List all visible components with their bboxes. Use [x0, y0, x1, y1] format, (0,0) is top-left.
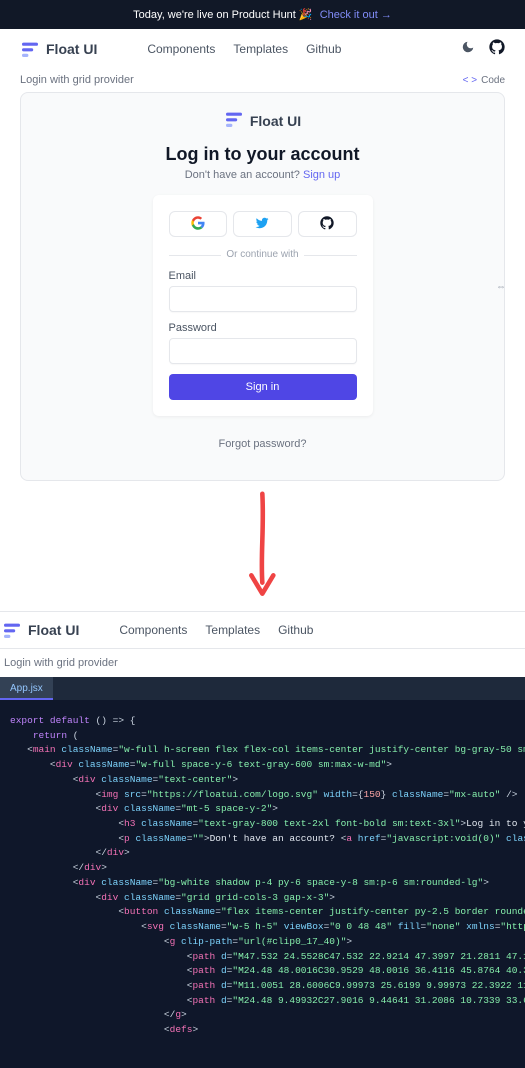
- nav-components[interactable]: Components: [119, 623, 187, 637]
- component-preview: ⇔ Float UI Log in to your account Don't …: [20, 92, 505, 481]
- github-login-button[interactable]: [298, 211, 357, 237]
- code-brackets-icon: < >: [463, 75, 477, 86]
- preview-brand-name: Float UI: [250, 113, 301, 129]
- primary-nav: Components Templates Github: [147, 42, 341, 56]
- nav-components[interactable]: Components: [147, 42, 215, 56]
- or-divider: Or continue with: [169, 249, 357, 260]
- brand-name: Float UI: [46, 41, 97, 57]
- site-header: Float UI Components Templates Github: [0, 29, 525, 68]
- password-label: Password: [169, 322, 357, 334]
- sub-prefix: Don't have an account?: [185, 169, 303, 181]
- banner-text: Today, we're live on Product Hunt: [133, 9, 296, 21]
- component-title: Login with grid provider: [0, 649, 525, 677]
- nav-templates[interactable]: Templates: [205, 623, 260, 637]
- email-label: Email: [169, 270, 357, 282]
- float-ui-icon: [224, 111, 244, 130]
- nav-github[interactable]: Github: [306, 42, 341, 56]
- nav-github[interactable]: Github: [278, 623, 313, 637]
- github-icon: [320, 216, 334, 233]
- brand-logo[interactable]: Float UI: [2, 622, 79, 638]
- signin-button[interactable]: Sign in: [169, 374, 357, 400]
- float-ui-icon: [2, 622, 22, 638]
- signup-link[interactable]: Sign up: [303, 169, 340, 181]
- code-label: Code: [481, 75, 505, 86]
- primary-nav: Components Templates Github: [119, 623, 313, 637]
- forgot-password-link[interactable]: Forgot password?: [218, 438, 306, 450]
- banner-cta-link[interactable]: Check it out →: [320, 9, 392, 21]
- email-field[interactable]: [169, 286, 357, 312]
- twitter-login-button[interactable]: [233, 211, 292, 237]
- brand-logo[interactable]: Float UI: [20, 41, 97, 57]
- twitter-icon: [255, 216, 269, 233]
- tab-app-jsx[interactable]: App.jsx: [0, 677, 53, 700]
- arrow-down-icon: [244, 491, 281, 601]
- product-hunt-banner: Today, we're live on Product Hunt 🎉 Chec…: [0, 0, 525, 29]
- party-emoji: 🎉: [299, 9, 313, 21]
- site-header-duplicate: Float UI Components Templates Github: [0, 611, 525, 649]
- brand-name: Float UI: [28, 622, 79, 638]
- nav-templates[interactable]: Templates: [233, 42, 288, 56]
- preview-brand: Float UI: [224, 111, 301, 130]
- code-tabs: App.jsx: [0, 677, 525, 700]
- theme-toggle-icon[interactable]: [461, 40, 475, 57]
- component-title-row: Login with grid provider < > Code: [0, 68, 525, 92]
- code-block: export default () => { return ( <main cl…: [0, 700, 525, 1068]
- password-field[interactable]: [169, 338, 357, 364]
- resize-handle-icon[interactable]: ⇔: [496, 281, 506, 292]
- login-card: Or continue with Email Password Sign in: [153, 195, 373, 416]
- google-icon: [191, 216, 205, 233]
- arrow-annotation: [0, 491, 525, 601]
- component-title: Login with grid provider: [20, 74, 134, 86]
- login-heading: Log in to your account: [166, 144, 360, 165]
- google-login-button[interactable]: [169, 211, 228, 237]
- github-icon[interactable]: [489, 39, 505, 58]
- float-ui-icon: [20, 41, 40, 57]
- code-toggle[interactable]: < > Code: [463, 75, 505, 86]
- login-subtext: Don't have an account? Sign up: [185, 169, 341, 181]
